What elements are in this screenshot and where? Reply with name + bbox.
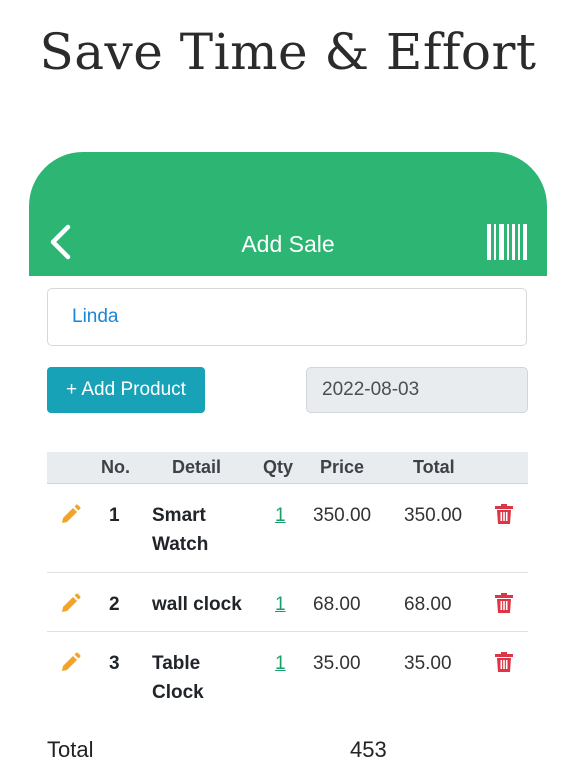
trash-icon[interactable] [495,652,513,672]
add-product-button[interactable]: + Add Product [47,367,205,413]
products-table: No. Detail Qty Price Total 1 Smart Watch… [47,452,528,720]
promo-headline: Save Time & Effort [39,23,537,81]
qty-value[interactable]: 1 [275,505,286,526]
row-detail: Smart Watch [152,505,209,555]
pencil-icon[interactable] [61,652,81,672]
header-total: Total [413,457,455,477]
header-qty: Qty [263,457,294,477]
row-no: 1 [109,505,120,526]
page-title: Add Sale [241,231,335,257]
app-bar: Add Sale [29,152,547,276]
table-row: 3 Table Clock 1 35.00 35.00 [47,632,528,720]
header-price: Price [320,457,365,477]
pencil-icon[interactable] [61,593,81,613]
row-total: 350.00 [404,505,463,526]
row-qty[interactable]: 1 [275,649,286,678]
row-price: 350.00 [313,505,372,526]
sale-form: Linda + Add Product 2022-08-03 No. Detai… [0,276,576,768]
total-label: Total [47,737,94,762]
row-price: 35.00 [313,653,361,674]
row-qty[interactable]: 1 [275,501,286,530]
header-no: No. [101,457,130,477]
row-total: 68.00 [404,594,452,615]
total-value: 453 [350,737,387,762]
trash-icon[interactable] [495,504,513,524]
header-detail: Detail [172,457,222,477]
customer-field[interactable]: Linda [47,288,527,346]
row-no: 2 [109,594,120,615]
table-header: No. Detail Qty Price Total [47,452,528,484]
row-total: 35.00 [404,653,452,674]
trash-icon[interactable] [495,593,513,613]
row-price: 68.00 [313,594,361,615]
barcode-icon[interactable] [487,224,529,260]
row-no: 3 [109,653,120,674]
qty-value[interactable]: 1 [275,653,286,674]
table-row: 1 Smart Watch 1 350.00 350.00 [47,484,528,573]
row-qty[interactable]: 1 [275,590,286,619]
row-detail: wall clock [152,594,242,615]
row-detail: Table Clock [152,653,204,703]
date-field[interactable]: 2022-08-03 [306,367,528,413]
qty-value[interactable]: 1 [275,594,286,615]
table-row: 2 wall clock 1 68.00 68.00 [47,573,528,632]
pencil-icon[interactable] [61,504,81,524]
